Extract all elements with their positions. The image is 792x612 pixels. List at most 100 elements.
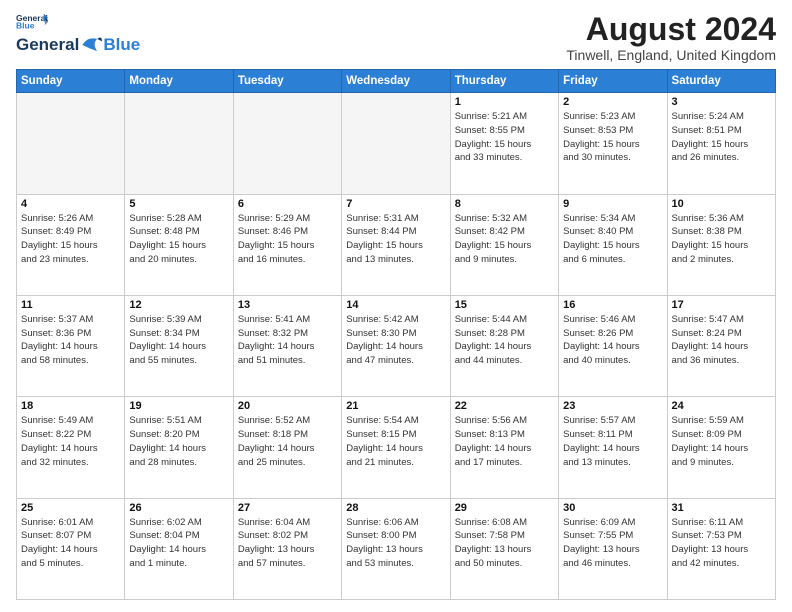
day-number: 13: [238, 299, 337, 311]
day-number: 8: [455, 198, 554, 210]
calendar-cell: 16 Sunrise: 5:46 AM Sunset: 8:26 PM Dayli…: [559, 295, 667, 396]
calendar-cell: 28 Sunrise: 6:06 AM Sunset: 8:00 PM Dayli…: [342, 498, 450, 599]
calendar-header-tuesday: Tuesday: [233, 70, 341, 93]
calendar-cell: 13 Sunrise: 5:41 AM Sunset: 8:32 PM Dayli…: [233, 295, 341, 396]
day-info: Sunrise: 5:36 AM Sunset: 8:38 PM Dayligh…: [672, 212, 771, 267]
day-info: Sunrise: 5:46 AM Sunset: 8:26 PM Dayligh…: [563, 313, 662, 368]
day-info: Sunrise: 6:08 AM Sunset: 7:58 PM Dayligh…: [455, 516, 554, 571]
day-number: 23: [563, 400, 662, 412]
day-info: Sunrise: 6:01 AM Sunset: 8:07 PM Dayligh…: [21, 516, 120, 571]
calendar-cell: 22 Sunrise: 5:56 AM Sunset: 8:13 PM Dayli…: [450, 397, 558, 498]
day-number: 18: [21, 400, 120, 412]
day-info: Sunrise: 5:42 AM Sunset: 8:30 PM Dayligh…: [346, 313, 445, 368]
day-info: Sunrise: 5:44 AM Sunset: 8:28 PM Dayligh…: [455, 313, 554, 368]
calendar-week-row: 25 Sunrise: 6:01 AM Sunset: 8:07 PM Dayli…: [17, 498, 776, 599]
day-number: 9: [563, 198, 662, 210]
calendar-week-row: 1Sunrise: 5:21 AM Sunset: 8:55 PM Daylig…: [17, 93, 776, 194]
calendar-cell: [17, 93, 125, 194]
calendar-cell: 21 Sunrise: 5:54 AM Sunset: 8:15 PM Dayli…: [342, 397, 450, 498]
calendar-header-thursday: Thursday: [450, 70, 558, 93]
day-info: Sunrise: 5:24 AM Sunset: 8:51 PM Dayligh…: [672, 110, 771, 165]
calendar-cell: 29 Sunrise: 6:08 AM Sunset: 7:58 PM Dayli…: [450, 498, 558, 599]
day-info: Sunrise: 5:39 AM Sunset: 8:34 PM Dayligh…: [129, 313, 228, 368]
calendar-cell: 15 Sunrise: 5:44 AM Sunset: 8:28 PM Dayli…: [450, 295, 558, 396]
calendar-cell: [233, 93, 341, 194]
day-number: 26: [129, 502, 228, 514]
day-info: Sunrise: 5:31 AM Sunset: 8:44 PM Dayligh…: [346, 212, 445, 267]
day-info: Sunrise: 5:56 AM Sunset: 8:13 PM Dayligh…: [455, 414, 554, 469]
day-info: Sunrise: 5:47 AM Sunset: 8:24 PM Dayligh…: [672, 313, 771, 368]
calendar-week-row: 11 Sunrise: 5:37 AM Sunset: 8:36 PM Dayli…: [17, 295, 776, 396]
day-number: 21: [346, 400, 445, 412]
day-number: 27: [238, 502, 337, 514]
day-info: Sunrise: 5:32 AM Sunset: 8:42 PM Dayligh…: [455, 212, 554, 267]
calendar-cell: 4Sunrise: 5:26 AM Sunset: 8:49 PM Daylig…: [17, 194, 125, 295]
day-number: 14: [346, 299, 445, 311]
day-info: Sunrise: 5:41 AM Sunset: 8:32 PM Dayligh…: [238, 313, 337, 368]
day-info: Sunrise: 5:49 AM Sunset: 8:22 PM Dayligh…: [21, 414, 120, 469]
calendar-cell: 18 Sunrise: 5:49 AM Sunset: 8:22 PM Dayli…: [17, 397, 125, 498]
day-number: 1: [455, 96, 554, 108]
day-number: 29: [455, 502, 554, 514]
calendar-cell: 3 Sunrise: 5:24 AM Sunset: 8:51 PM Daylig…: [667, 93, 775, 194]
day-number: 2: [563, 96, 662, 108]
calendar-cell: 1Sunrise: 5:21 AM Sunset: 8:55 PM Daylig…: [450, 93, 558, 194]
day-info: Sunrise: 5:37 AM Sunset: 8:36 PM Dayligh…: [21, 313, 120, 368]
calendar-cell: 10Sunrise: 5:36 AM Sunset: 8:38 PM Dayli…: [667, 194, 775, 295]
calendar-table: SundayMondayTuesdayWednesdayThursdayFrid…: [16, 69, 776, 600]
day-info: Sunrise: 6:06 AM Sunset: 8:00 PM Dayligh…: [346, 516, 445, 571]
day-number: 24: [672, 400, 771, 412]
calendar-cell: 5Sunrise: 5:28 AM Sunset: 8:48 PM Daylig…: [125, 194, 233, 295]
day-info: Sunrise: 6:02 AM Sunset: 8:04 PM Dayligh…: [129, 516, 228, 571]
logo-general: General: [16, 35, 79, 55]
day-info: Sunrise: 5:34 AM Sunset: 8:40 PM Dayligh…: [563, 212, 662, 267]
calendar-cell: 26 Sunrise: 6:02 AM Sunset: 8:04 PM Dayli…: [125, 498, 233, 599]
calendar-cell: 9 Sunrise: 5:34 AM Sunset: 8:40 PM Daylig…: [559, 194, 667, 295]
calendar-cell: [125, 93, 233, 194]
calendar-cell: 7 Sunrise: 5:31 AM Sunset: 8:44 PM Daylig…: [342, 194, 450, 295]
location: Tinwell, England, United Kingdom: [566, 47, 776, 63]
calendar-cell: 31 Sunrise: 6:11 AM Sunset: 7:53 PM Dayli…: [667, 498, 775, 599]
logo-blue: Blue: [103, 35, 140, 55]
day-info: Sunrise: 6:09 AM Sunset: 7:55 PM Dayligh…: [563, 516, 662, 571]
page: General Blue General Blue August 2024 Ti…: [0, 0, 792, 612]
day-info: Sunrise: 5:54 AM Sunset: 8:15 PM Dayligh…: [346, 414, 445, 469]
calendar-header-monday: Monday: [125, 70, 233, 93]
day-number: 22: [455, 400, 554, 412]
calendar-cell: 2 Sunrise: 5:23 AM Sunset: 8:53 PM Daylig…: [559, 93, 667, 194]
day-info: Sunrise: 5:23 AM Sunset: 8:53 PM Dayligh…: [563, 110, 662, 165]
day-number: 11: [21, 299, 120, 311]
day-info: Sunrise: 5:28 AM Sunset: 8:48 PM Dayligh…: [129, 212, 228, 267]
svg-text:Blue: Blue: [16, 20, 35, 30]
calendar-cell: 17Sunrise: 5:47 AM Sunset: 8:24 PM Dayli…: [667, 295, 775, 396]
day-info: Sunrise: 6:04 AM Sunset: 8:02 PM Dayligh…: [238, 516, 337, 571]
day-number: 3: [672, 96, 771, 108]
logo-icon: General Blue: [16, 12, 48, 32]
day-number: 16: [563, 299, 662, 311]
day-info: Sunrise: 6:11 AM Sunset: 7:53 PM Dayligh…: [672, 516, 771, 571]
logo: General Blue General Blue: [16, 12, 140, 56]
calendar-cell: [342, 93, 450, 194]
day-number: 7: [346, 198, 445, 210]
calendar-cell: 14 Sunrise: 5:42 AM Sunset: 8:30 PM Dayli…: [342, 295, 450, 396]
day-number: 31: [672, 502, 771, 514]
calendar-cell: 11 Sunrise: 5:37 AM Sunset: 8:36 PM Dayli…: [17, 295, 125, 396]
day-info: Sunrise: 5:29 AM Sunset: 8:46 PM Dayligh…: [238, 212, 337, 267]
calendar-header-saturday: Saturday: [667, 70, 775, 93]
calendar-cell: 19Sunrise: 5:51 AM Sunset: 8:20 PM Dayli…: [125, 397, 233, 498]
calendar-header-friday: Friday: [559, 70, 667, 93]
calendar-header-sunday: Sunday: [17, 70, 125, 93]
day-number: 25: [21, 502, 120, 514]
day-number: 30: [563, 502, 662, 514]
day-number: 15: [455, 299, 554, 311]
calendar-week-row: 18 Sunrise: 5:49 AM Sunset: 8:22 PM Dayli…: [17, 397, 776, 498]
calendar-cell: 24Sunrise: 5:59 AM Sunset: 8:09 PM Dayli…: [667, 397, 775, 498]
day-number: 4: [21, 198, 120, 210]
calendar-cell: 6 Sunrise: 5:29 AM Sunset: 8:46 PM Daylig…: [233, 194, 341, 295]
day-number: 19: [129, 400, 228, 412]
calendar-body: 1Sunrise: 5:21 AM Sunset: 8:55 PM Daylig…: [17, 93, 776, 600]
logo-bird-icon: [80, 34, 102, 56]
day-number: 28: [346, 502, 445, 514]
calendar-cell: 27 Sunrise: 6:04 AM Sunset: 8:02 PM Dayli…: [233, 498, 341, 599]
day-number: 6: [238, 198, 337, 210]
